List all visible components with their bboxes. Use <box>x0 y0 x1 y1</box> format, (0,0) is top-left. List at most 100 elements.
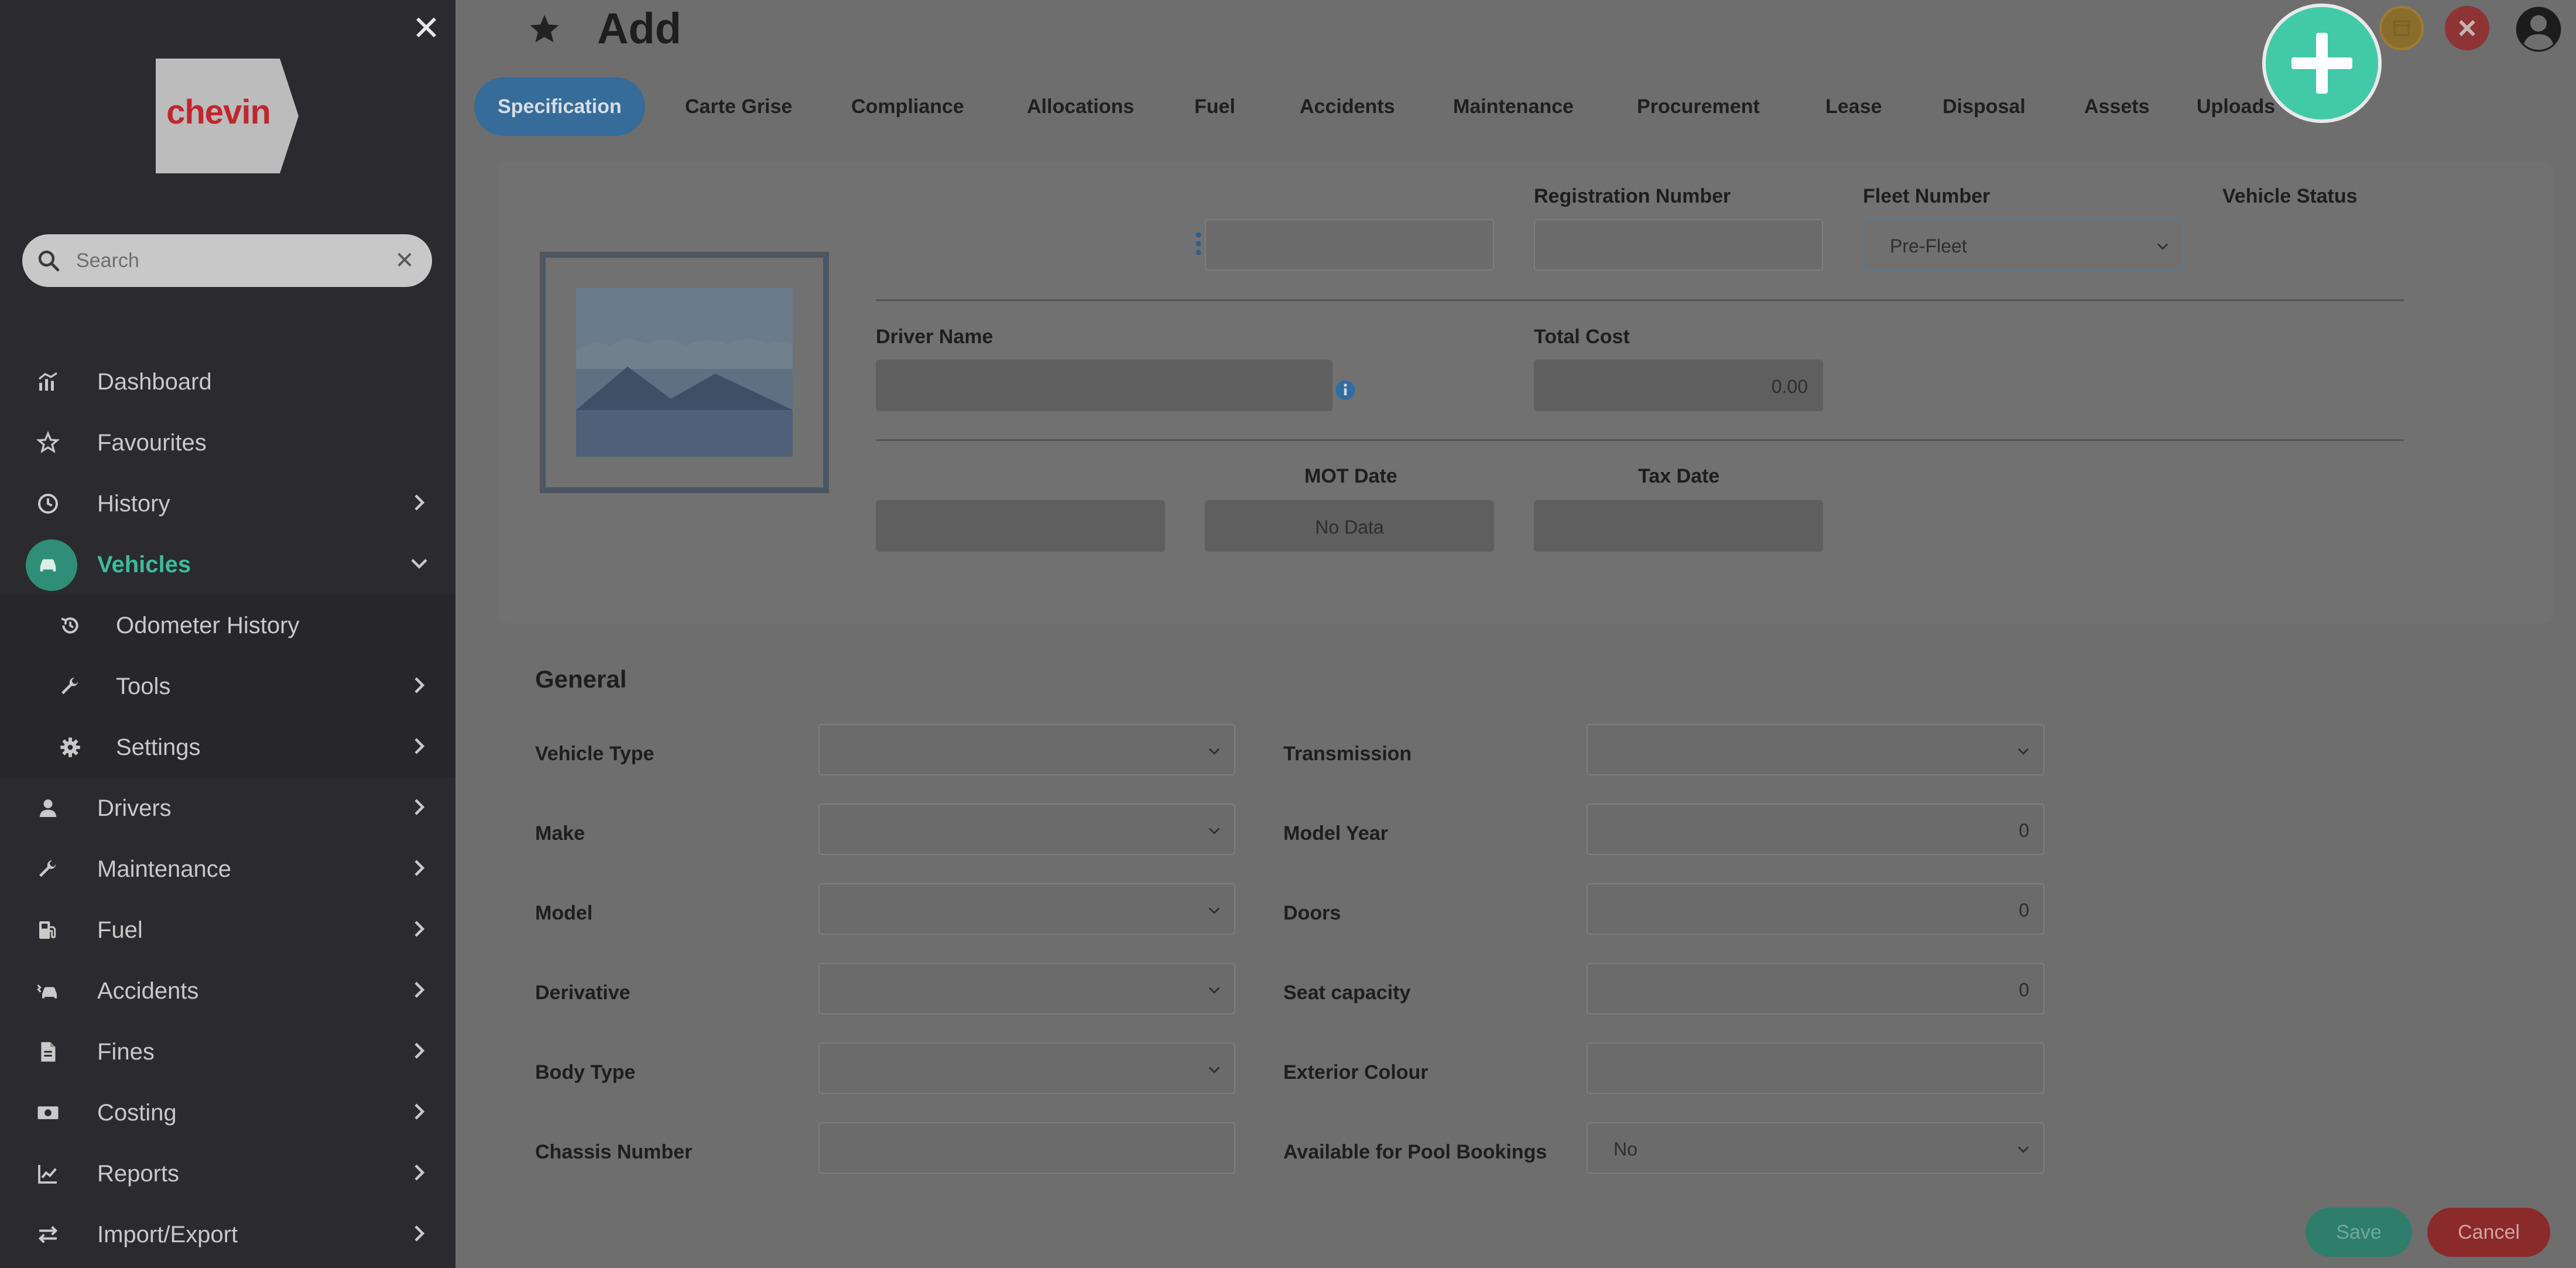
sidebar-item-label: Accidents <box>97 978 199 1004</box>
tab-accidents[interactable]: Accidents <box>1300 77 1395 136</box>
close-sidebar-icon[interactable]: ✕ <box>410 11 443 45</box>
seat-capacity-input[interactable]: 0 <box>1587 963 2044 1014</box>
total-cost-label: Total Cost <box>1534 326 1630 348</box>
gear-icon <box>60 737 80 757</box>
vehicle-id-field[interactable] <box>1205 219 1494 271</box>
derivative-select[interactable] <box>818 963 1235 1014</box>
unlabelled-date-field <box>876 500 1165 552</box>
info-icon[interactable] <box>1335 380 1356 401</box>
total-cost-value: 0.00 <box>1771 376 1808 397</box>
model-select[interactable] <box>818 883 1235 935</box>
sidebar-item-maintenance[interactable]: Maintenance <box>0 839 455 900</box>
sidebar-item-label: History <box>97 491 170 517</box>
pool-bookings-select[interactable]: No <box>1587 1122 2044 1174</box>
sidebar-item-label: Import/Export <box>97 1222 238 1248</box>
line-chart-icon <box>38 1165 57 1184</box>
sidebar-item-label: Favourites <box>97 430 207 456</box>
pool-bookings-label: Available for Pool Bookings <box>1283 1141 1547 1163</box>
car-crash-icon <box>37 984 57 999</box>
user-account-icon[interactable] <box>2515 6 2562 53</box>
search-icon <box>38 250 60 272</box>
tab-procurement[interactable]: Procurement <box>1637 77 1760 136</box>
sidebar-item-accidents[interactable]: Accidents <box>0 961 455 1021</box>
make-select[interactable] <box>818 804 1235 855</box>
sidebar-item-settings[interactable]: Settings <box>0 717 455 778</box>
person-icon <box>39 799 57 817</box>
chevron-down-icon <box>1208 987 1220 994</box>
sidebar-item-costing[interactable]: Costing <box>0 1082 455 1143</box>
sidebar-item-vehicles[interactable]: Vehicles <box>0 534 455 595</box>
transmission-label: Transmission <box>1283 743 1412 765</box>
document-icon <box>41 1042 56 1062</box>
search-input[interactable] <box>76 245 381 276</box>
wrench-icon <box>61 678 78 695</box>
chevron-right-icon <box>415 982 425 998</box>
chassis-number-input[interactable] <box>818 1122 1235 1174</box>
model-year-label: Model Year <box>1283 822 1388 845</box>
sidebar-item-dashboard[interactable]: Dashboard <box>0 351 455 412</box>
tab-assets[interactable]: Assets <box>2084 77 2150 136</box>
transmission-select[interactable] <box>1587 724 2044 775</box>
fleet-number-select[interactable]: Pre-Fleet <box>1863 219 2184 271</box>
vehicle-photo-placeholder[interactable] <box>540 252 829 493</box>
close-record-icon[interactable] <box>2445 6 2489 50</box>
more-options-icon[interactable] <box>1194 231 1203 257</box>
sidebar-item-label: Odometer History <box>116 613 300 638</box>
sidebar-item-odometer-history[interactable]: Odometer History <box>0 595 455 656</box>
doors-input[interactable]: 0 <box>1587 883 2044 935</box>
registration-number-input[interactable] <box>1534 219 1823 271</box>
exterior-colour-label: Exterior Colour <box>1283 1061 1429 1084</box>
cancel-button[interactable]: Cancel <box>2427 1208 2550 1257</box>
archive-icon[interactable] <box>2379 6 2424 50</box>
sidebar-item-drivers[interactable]: Drivers <box>0 778 455 839</box>
sidebar-item-history[interactable]: History <box>0 473 455 534</box>
tab-carte-grise[interactable]: Carte Grise <box>685 77 792 136</box>
tab-allocations[interactable]: Allocations <box>1027 77 1134 136</box>
model-year-input[interactable]: 0 <box>1587 804 2044 855</box>
vehicle-type-select[interactable] <box>818 724 1235 775</box>
tab-uploads[interactable]: Uploads <box>2197 77 2275 136</box>
sidebar-item-fines[interactable]: Fines <box>0 1021 455 1082</box>
tab-compliance[interactable]: Compliance <box>851 77 964 136</box>
sidebar: ✕ chevin ✕ Dashboard Favourites <box>0 0 455 1268</box>
sidebar-nav: Dashboard Favourites History Vehicles Od… <box>0 351 455 1265</box>
clear-search-icon[interactable]: ✕ <box>390 246 419 275</box>
sidebar-item-reports[interactable]: Reports <box>0 1143 455 1204</box>
model-label: Model <box>535 902 593 924</box>
chassis-number-label: Chassis Number <box>535 1141 693 1163</box>
star-outline-icon <box>36 431 60 453</box>
chevron-right-icon <box>415 738 425 754</box>
plus-icon-v <box>2316 33 2328 94</box>
fleet-number-label: Fleet Number <box>1863 185 1991 207</box>
tab-maintenance[interactable]: Maintenance <box>1453 77 1574 136</box>
chevron-down-icon <box>1208 828 1220 835</box>
logo-text: chevin <box>166 93 271 131</box>
save-button[interactable]: Save <box>2306 1208 2412 1257</box>
tab-disposal[interactable]: Disposal <box>1943 77 2026 136</box>
sidebar-item-tools[interactable]: Tools <box>0 656 455 717</box>
body-type-select[interactable] <box>818 1043 1235 1094</box>
sidebar-item-favourites[interactable]: Favourites <box>0 412 455 473</box>
chevron-right-icon <box>415 799 425 815</box>
chevron-right-icon <box>415 494 425 511</box>
tax-date-label: Tax Date <box>1638 465 1720 487</box>
total-cost-field: 0.00 <box>1534 360 1823 411</box>
doors-label: Doors <box>1283 902 1341 924</box>
chevron-down-icon <box>1208 748 1220 755</box>
favourite-star-icon[interactable] <box>528 13 561 46</box>
tab-specification[interactable]: Specification <box>474 77 645 136</box>
tab-fuel[interactable]: Fuel <box>1194 77 1235 136</box>
sidebar-item-label: Reports <box>97 1161 180 1187</box>
sidebar-item-label: Settings <box>116 734 201 760</box>
add-fab-button[interactable] <box>2262 4 2382 123</box>
sidebar-item-label: Tools <box>116 674 171 699</box>
exterior-colour-input[interactable] <box>1587 1043 2044 1094</box>
sidebar-item-fuel[interactable]: Fuel <box>0 900 455 961</box>
tab-lease[interactable]: Lease <box>1825 77 1882 136</box>
sidebar-item-label: Dashboard <box>97 369 212 395</box>
page-title: Add <box>597 4 681 53</box>
pool-bookings-value: No <box>1614 1139 1638 1160</box>
sidebar-item-import-export[interactable]: Import/Export <box>0 1204 455 1265</box>
doors-value: 0 <box>2019 900 2029 921</box>
chevron-down-icon <box>2017 1146 2029 1153</box>
